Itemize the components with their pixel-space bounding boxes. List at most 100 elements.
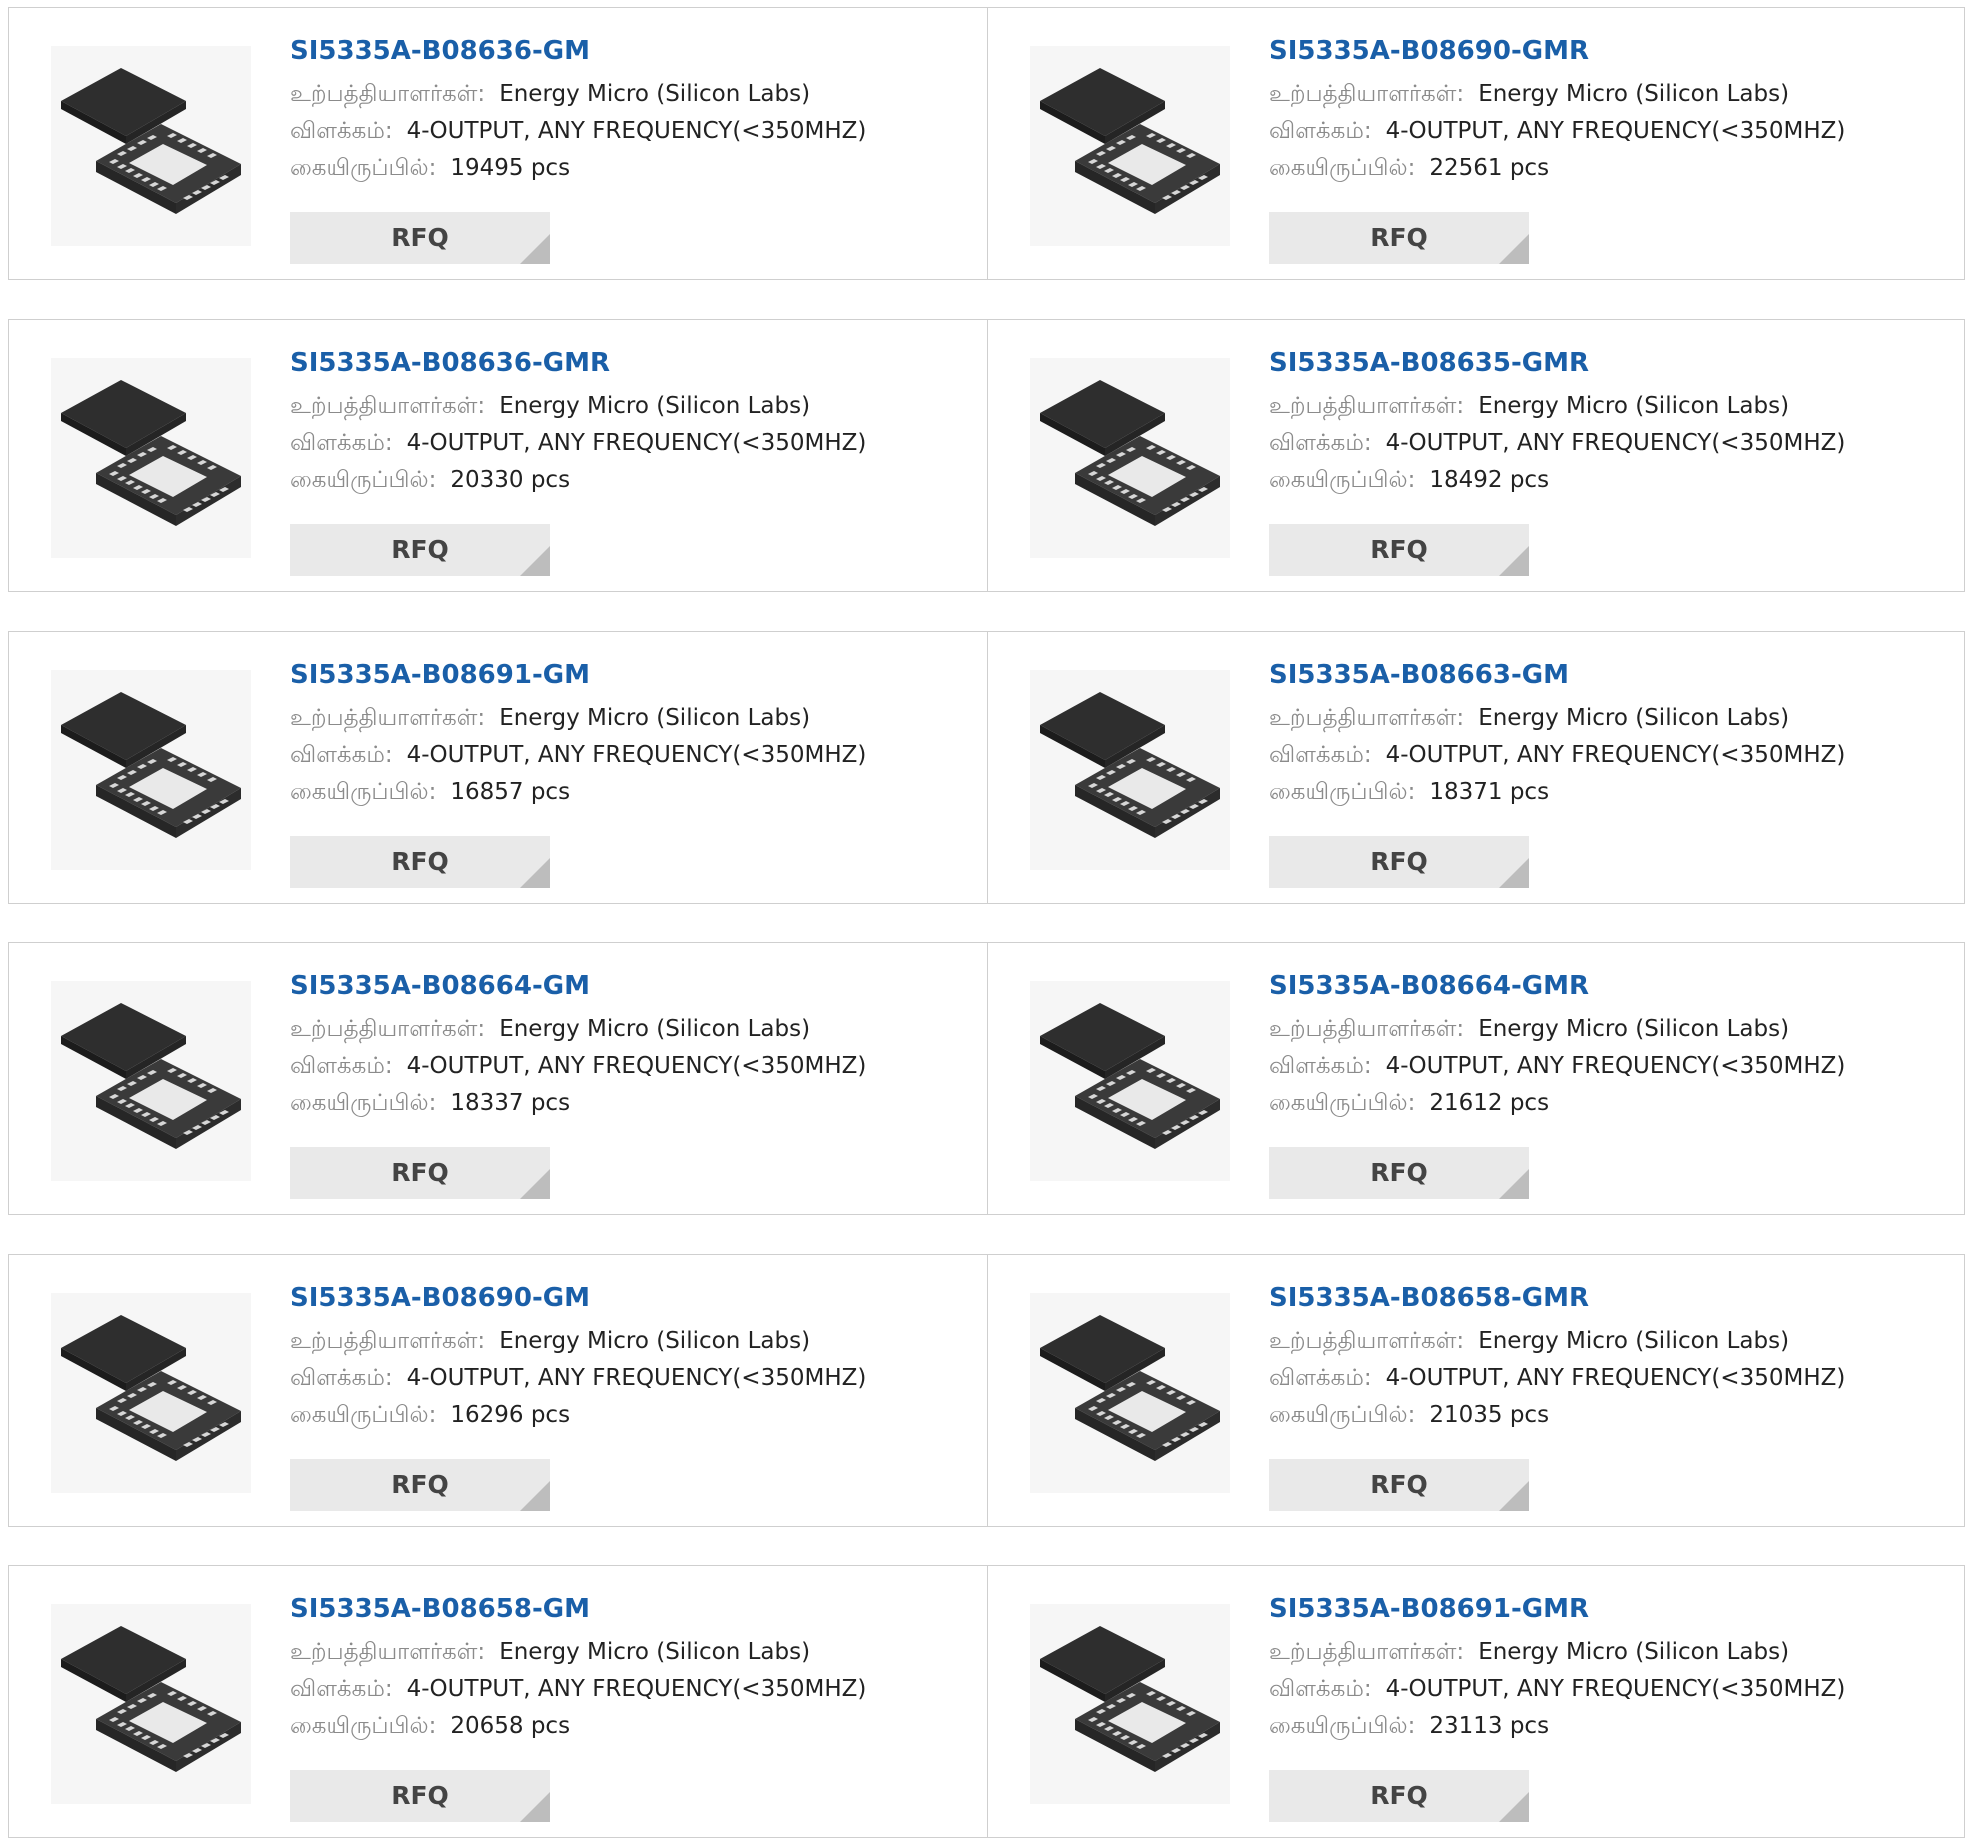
product-card: SI5335A-B08636-GMR உற்பத்தியாளர்கள்: Ener…	[9, 320, 988, 591]
product-image[interactable]	[1030, 46, 1230, 246]
rfq-button-label: RFQ	[391, 1158, 449, 1187]
description-value: 4-OUTPUT, ANY FREQUENCY(<350MHZ)	[406, 1676, 867, 1702]
part-number-link[interactable]: SI5335A-B08664-GM	[290, 971, 590, 1001]
product-info: SI5335A-B08663-GM உற்பத்தியாளர்கள்: Energ…	[1269, 660, 1949, 811]
manufacturer-line: உற்பத்தியாளர்கள்: Energy Micro (Silicon L…	[1269, 1011, 1949, 1048]
product-image[interactable]	[51, 358, 251, 558]
product-info: SI5335A-B08658-GMR உற்பத்தியாளர்கள்: Ener…	[1269, 1283, 1949, 1434]
product-image[interactable]	[1030, 1293, 1230, 1493]
part-number-link[interactable]: SI5335A-B08690-GM	[290, 1283, 590, 1313]
part-number-link[interactable]: SI5335A-B08658-GMR	[1269, 1283, 1589, 1313]
stock-value: 18337 pcs	[450, 1090, 571, 1116]
part-number-link[interactable]: SI5335A-B08664-GMR	[1269, 971, 1589, 1001]
rfq-button-label: RFQ	[391, 1470, 449, 1499]
part-number-link[interactable]: SI5335A-B08658-GM	[290, 1594, 590, 1624]
manufacturer-label: உற்பத்தியாளர்கள்:	[290, 705, 486, 731]
product-info: SI5335A-B08658-GM உற்பத்தியாளர்கள்: Energ…	[290, 1594, 970, 1745]
part-number-link[interactable]: SI5335A-B08691-GM	[290, 660, 590, 690]
product-row: SI5335A-B08690-GM உற்பத்தியாளர்கள்: Energ…	[8, 1254, 1965, 1527]
stock-label: கையிருப்பில்:	[290, 1090, 437, 1116]
product-info: SI5335A-B08691-GMR உற்பத்தியாளர்கள்: Ener…	[1269, 1594, 1949, 1745]
qfn-chip-package-icon	[61, 68, 241, 214]
rfq-button[interactable]: RFQ	[290, 212, 550, 264]
product-card: SI5335A-B08663-GM உற்பத்தியாளர்கள்: Energ…	[988, 632, 1964, 903]
description-label: விளக்கம்:	[290, 742, 393, 768]
rfq-button[interactable]: RFQ	[1269, 836, 1529, 888]
stock-label: கையிருப்பில்:	[290, 467, 437, 493]
description-value: 4-OUTPUT, ANY FREQUENCY(<350MHZ)	[1385, 1053, 1846, 1079]
rfq-button-label: RFQ	[391, 223, 449, 252]
description-line: விளக்கம்: 4-OUTPUT, ANY FREQUENCY(<350MHZ…	[290, 1360, 970, 1397]
description-line: விளக்கம்: 4-OUTPUT, ANY FREQUENCY(<350MHZ…	[1269, 425, 1949, 462]
product-image[interactable]	[1030, 1604, 1230, 1804]
description-label: விளக்கம்:	[1269, 1365, 1372, 1391]
product-row: SI5335A-B08664-GM உற்பத்தியாளர்கள்: Energ…	[8, 942, 1965, 1215]
part-number-link[interactable]: SI5335A-B08636-GMR	[290, 348, 610, 378]
product-image[interactable]	[51, 670, 251, 870]
part-number-link[interactable]: SI5335A-B08636-GM	[290, 36, 590, 66]
stock-label: கையிருப்பில்:	[290, 1713, 437, 1739]
stock-value: 16296 pcs	[450, 1402, 571, 1428]
rfq-button[interactable]: RFQ	[290, 1459, 550, 1511]
qfn-chip-package-icon	[61, 380, 241, 526]
rfq-button-label: RFQ	[1370, 223, 1428, 252]
part-number-link[interactable]: SI5335A-B08690-GMR	[1269, 36, 1589, 66]
stock-line: கையிருப்பில்: 20658 pcs	[290, 1708, 970, 1745]
stock-value: 18371 pcs	[1429, 779, 1550, 805]
rfq-button-label: RFQ	[391, 535, 449, 564]
part-number-link[interactable]: SI5335A-B08663-GM	[1269, 660, 1569, 690]
corner-triangle-icon	[1499, 858, 1529, 888]
part-number-link[interactable]: SI5335A-B08635-GMR	[1269, 348, 1589, 378]
manufacturer-label: உற்பத்தியாளர்கள்:	[290, 1328, 486, 1354]
rfq-button[interactable]: RFQ	[1269, 524, 1529, 576]
product-card: SI5335A-B08658-GMR உற்பத்தியாளர்கள்: Ener…	[988, 1255, 1964, 1526]
product-card: SI5335A-B08635-GMR உற்பத்தியாளர்கள்: Ener…	[988, 320, 1964, 591]
corner-triangle-icon	[520, 1792, 550, 1822]
product-image[interactable]	[1030, 981, 1230, 1181]
rfq-button[interactable]: RFQ	[1269, 1459, 1529, 1511]
product-image[interactable]	[51, 981, 251, 1181]
description-line: விளக்கம்: 4-OUTPUT, ANY FREQUENCY(<350MHZ…	[1269, 1671, 1949, 1708]
product-card: SI5335A-B08664-GMR உற்பத்தியாளர்கள்: Ener…	[988, 943, 1964, 1214]
product-image[interactable]	[51, 1604, 251, 1804]
corner-triangle-icon	[520, 546, 550, 576]
rfq-button-label: RFQ	[1370, 847, 1428, 876]
rfq-button[interactable]: RFQ	[290, 524, 550, 576]
manufacturer-line: உற்பத்தியாளர்கள்: Energy Micro (Silicon L…	[1269, 76, 1949, 113]
description-line: விளக்கம்: 4-OUTPUT, ANY FREQUENCY(<350MHZ…	[290, 425, 970, 462]
description-line: விளக்கம்: 4-OUTPUT, ANY FREQUENCY(<350MHZ…	[290, 1048, 970, 1085]
manufacturer-value: Energy Micro (Silicon Labs)	[1478, 1016, 1790, 1042]
rfq-button[interactable]: RFQ	[1269, 212, 1529, 264]
product-row: SI5335A-B08636-GM உற்பத்தியாளர்கள்: Energ…	[8, 7, 1965, 280]
description-line: விளக்கம்: 4-OUTPUT, ANY FREQUENCY(<350MHZ…	[1269, 1360, 1949, 1397]
product-image[interactable]	[1030, 358, 1230, 558]
product-row: SI5335A-B08658-GM உற்பத்தியாளர்கள்: Energ…	[8, 1565, 1965, 1838]
description-value: 4-OUTPUT, ANY FREQUENCY(<350MHZ)	[1385, 742, 1846, 768]
product-image[interactable]	[51, 1293, 251, 1493]
manufacturer-value: Energy Micro (Silicon Labs)	[1478, 393, 1790, 419]
rfq-button[interactable]: RFQ	[290, 836, 550, 888]
product-image[interactable]	[1030, 670, 1230, 870]
qfn-chip-package-icon	[61, 1315, 241, 1461]
product-card: SI5335A-B08690-GM உற்பத்தியாளர்கள்: Energ…	[9, 1255, 988, 1526]
rfq-button[interactable]: RFQ	[290, 1770, 550, 1822]
stock-value: 18492 pcs	[1429, 467, 1550, 493]
rfq-button[interactable]: RFQ	[1269, 1147, 1529, 1199]
stock-line: கையிருப்பில்: 19495 pcs	[290, 150, 970, 187]
corner-triangle-icon	[520, 858, 550, 888]
rfq-button-label: RFQ	[391, 847, 449, 876]
stock-value: 21035 pcs	[1429, 1402, 1550, 1428]
product-image[interactable]	[51, 46, 251, 246]
description-line: விளக்கம்: 4-OUTPUT, ANY FREQUENCY(<350MHZ…	[1269, 1048, 1949, 1085]
description-line: விளக்கம்: 4-OUTPUT, ANY FREQUENCY(<350MHZ…	[290, 113, 970, 150]
manufacturer-value: Energy Micro (Silicon Labs)	[499, 1016, 811, 1042]
part-number-link[interactable]: SI5335A-B08691-GMR	[1269, 1594, 1589, 1624]
stock-label: கையிருப்பில்:	[290, 779, 437, 805]
rfq-button[interactable]: RFQ	[290, 1147, 550, 1199]
manufacturer-label: உற்பத்தியாளர்கள்:	[1269, 1328, 1465, 1354]
stock-line: கையிருப்பில்: 21035 pcs	[1269, 1397, 1949, 1434]
rfq-button[interactable]: RFQ	[1269, 1770, 1529, 1822]
manufacturer-label: உற்பத்தியாளர்கள்:	[290, 1016, 486, 1042]
corner-triangle-icon	[520, 1481, 550, 1511]
description-value: 4-OUTPUT, ANY FREQUENCY(<350MHZ)	[1385, 430, 1846, 456]
